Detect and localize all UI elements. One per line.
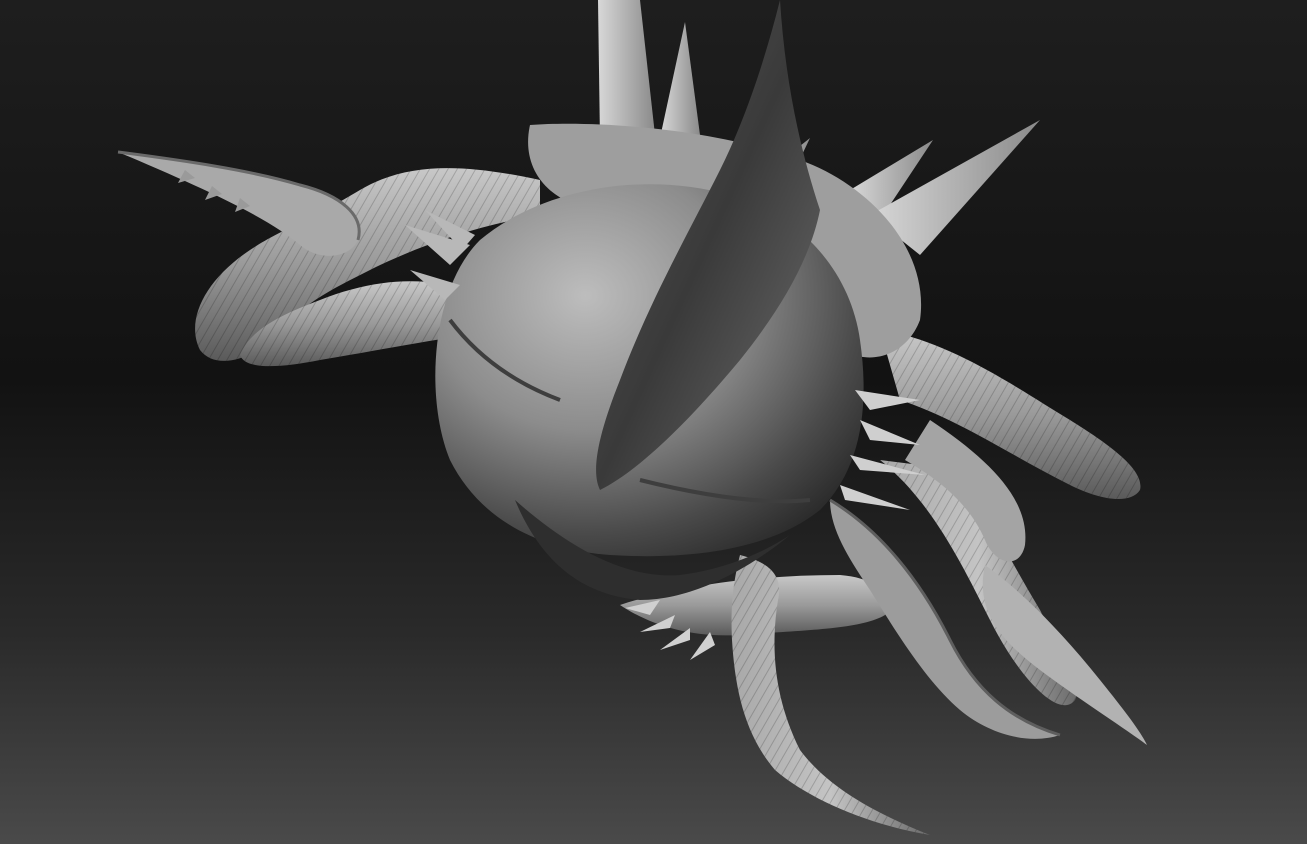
- spike-edge-2: [860, 420, 920, 445]
- spike-top-2: [660, 22, 700, 138]
- 3d-viewport[interactable]: [0, 0, 1307, 844]
- spike-top-1: [598, 0, 655, 140]
- spike-edge-4: [840, 485, 910, 510]
- creature-sculpt: [117, 0, 1147, 835]
